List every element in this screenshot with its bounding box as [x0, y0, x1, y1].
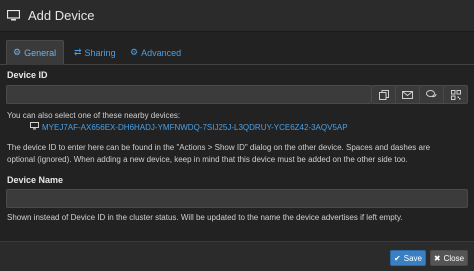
save-button[interactable]: ✔ Save — [390, 250, 426, 266]
close-label: Close — [443, 253, 465, 263]
close-button[interactable]: ✖ Close — [430, 250, 468, 266]
device-id-input[interactable] — [6, 85, 372, 104]
tab-advanced-label: Advanced — [141, 47, 182, 58]
nearby-device-link[interactable]: MYEJ7AF-AX656EX-DH6HADJ-YMFNWDQ-7SIJ25J-… — [42, 123, 348, 132]
nearby-intro: You can also select one of these nearby … — [7, 111, 181, 120]
modal-title: Add Device — [28, 8, 95, 23]
tab-general[interactable]: ⚙ General — [6, 40, 64, 65]
desktop-icon — [6, 10, 20, 22]
desktop-icon — [30, 122, 39, 132]
nearby-device-item[interactable]: MYEJ7AF-AX656EX-DH6HADJ-YMFNWDQ-7SIJ25J-… — [30, 122, 348, 132]
save-label: Save — [403, 253, 422, 263]
gear-icon: ⚙ — [13, 47, 22, 57]
tab-sharing-label: Sharing — [84, 47, 116, 58]
close-icon: ✖ — [433, 253, 441, 263]
gears-icon: ⚙ — [130, 47, 139, 57]
chat-icon[interactable] — [420, 85, 444, 104]
tab-bar: ⚙ General ⇄ Sharing ⚙ Advanced — [0, 40, 474, 65]
copy-icon[interactable] — [372, 85, 396, 104]
device-name-input[interactable] — [6, 189, 468, 208]
device-name-label: Device Name — [7, 175, 64, 185]
modal-footer: ✔ Save ✖ Close — [0, 241, 474, 271]
device-id-help-line-1: The device ID to enter here can be found… — [7, 143, 431, 152]
device-id-label: Device ID — [7, 70, 48, 80]
tab-sharing[interactable]: ⇄ Sharing — [68, 40, 120, 65]
check-icon: ✔ — [394, 253, 401, 263]
tab-advanced[interactable]: ⚙ Advanced — [124, 40, 186, 65]
modal-header: Add Device — [0, 0, 474, 32]
share-icon: ⇄ — [74, 47, 82, 57]
envelope-icon[interactable] — [396, 85, 420, 104]
qrcode-icon[interactable] — [444, 85, 468, 104]
device-id-help-line-2: optional (ignored). When adding a new de… — [7, 155, 408, 164]
device-name-help: Shown instead of Device ID in the cluste… — [7, 213, 403, 222]
device-id-addons — [372, 85, 468, 104]
tab-general-label: General — [24, 47, 57, 58]
